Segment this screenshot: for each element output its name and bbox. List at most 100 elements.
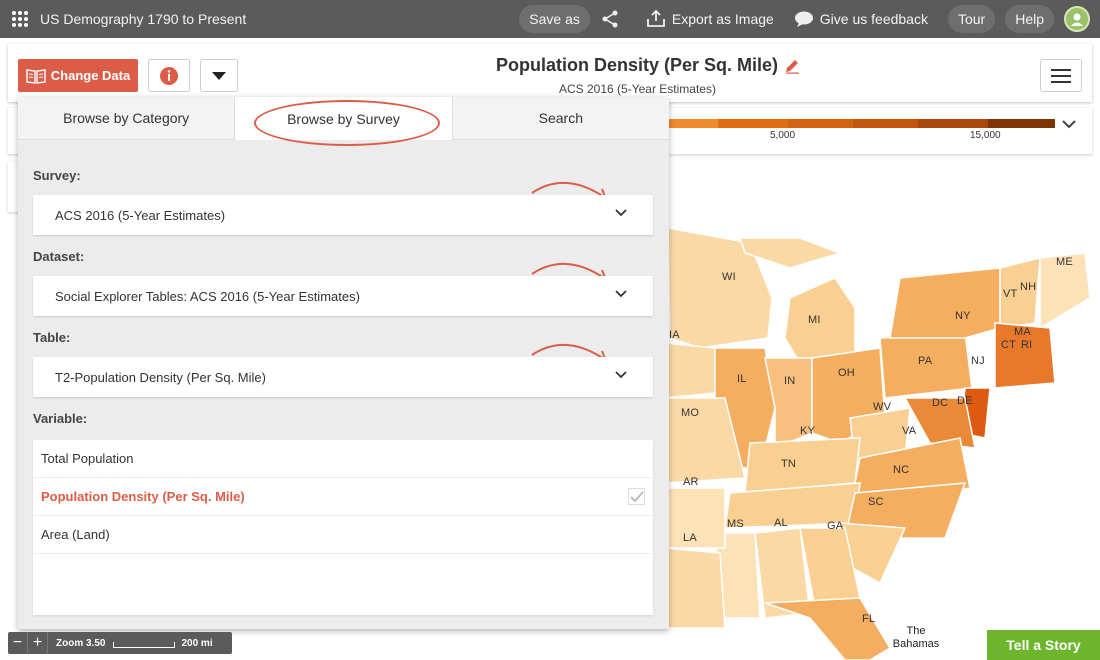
share-button[interactable] bbox=[600, 9, 626, 29]
state-label: ME bbox=[1056, 256, 1073, 268]
top-bar: US Demography 1790 to Present Save as Ex… bbox=[0, 0, 1100, 38]
export-label: Export as Image bbox=[671, 11, 774, 27]
scale-distance: 200 mi bbox=[181, 637, 213, 649]
chevron-down-icon[interactable] bbox=[1062, 120, 1076, 129]
help-button[interactable]: Help bbox=[1005, 5, 1054, 33]
variable-item[interactable]: Total Population bbox=[33, 440, 653, 478]
app-title: US Demography 1790 to Present bbox=[40, 11, 247, 27]
state-label: IL bbox=[737, 373, 747, 385]
map-title: Population Density (Per Sq. Mile) bbox=[496, 55, 800, 76]
state-label: DE bbox=[957, 395, 973, 407]
legend-swatch bbox=[988, 119, 1055, 128]
state-label: SC bbox=[868, 496, 884, 508]
variable-list: Total Population Population Density (Per… bbox=[33, 440, 653, 615]
state-label: PA bbox=[918, 355, 933, 367]
export-icon bbox=[646, 10, 665, 27]
legend-swatch bbox=[853, 119, 918, 128]
app-grid-icon[interactable] bbox=[0, 0, 40, 38]
place-label: The Bahamas bbox=[892, 625, 940, 650]
state-label: WI bbox=[722, 271, 736, 283]
chevron-down-icon bbox=[615, 290, 627, 298]
state-label: VA bbox=[902, 425, 917, 437]
state-label: MS bbox=[727, 518, 744, 530]
legend-tick: 15,000 bbox=[970, 130, 1001, 141]
state-label: IN bbox=[784, 375, 796, 387]
variable-label: Variable: bbox=[33, 411, 88, 426]
state-label: AL bbox=[774, 517, 788, 529]
state-label: NC bbox=[893, 464, 910, 476]
state-label: CT bbox=[1001, 339, 1017, 351]
dataset-select[interactable]: Social Explorer Tables: ACS 2016 (5-Year… bbox=[33, 276, 653, 316]
save-as-button[interactable]: Save as bbox=[519, 5, 590, 33]
state-label: NY bbox=[955, 310, 971, 322]
legend-tick: 5,000 bbox=[770, 130, 796, 141]
feedback-button[interactable]: Give us feedback bbox=[794, 10, 928, 28]
map-subtitle: ACS 2016 (5-Year Estimates) bbox=[559, 82, 716, 96]
change-data-label: Change Data bbox=[50, 68, 131, 83]
change-data-panel: Browse by Category Browse by Survey Sear… bbox=[18, 97, 669, 629]
state-label: NH bbox=[1020, 281, 1037, 293]
survey-label: Survey: bbox=[33, 168, 81, 183]
chevron-down-icon bbox=[615, 209, 627, 217]
legend-swatch bbox=[918, 119, 988, 128]
state-label: AR bbox=[683, 476, 699, 488]
survey-select[interactable]: ACS 2016 (5-Year Estimates) bbox=[33, 195, 653, 235]
chat-bubble-icon bbox=[794, 11, 813, 27]
state-label: WV bbox=[873, 401, 892, 413]
user-icon bbox=[1071, 13, 1083, 26]
table-value: T2-Population Density (Per Sq. Mile) bbox=[55, 369, 266, 385]
tab-label: Browse by Survey bbox=[287, 110, 400, 127]
info-button[interactable] bbox=[148, 59, 190, 92]
variable-label-text: Total Population bbox=[41, 451, 134, 466]
hamburger-icon bbox=[1051, 68, 1071, 83]
zoom-in-button[interactable]: + bbox=[28, 632, 48, 654]
state-label: RI bbox=[1021, 339, 1033, 351]
legend-swatch bbox=[788, 119, 853, 128]
state-label: DC bbox=[932, 397, 949, 409]
checkbox[interactable] bbox=[628, 488, 645, 505]
state-label: MA bbox=[1014, 326, 1031, 338]
table-select[interactable]: T2-Population Density (Per Sq. Mile) bbox=[33, 357, 653, 397]
dropdown-button[interactable] bbox=[200, 59, 238, 92]
state-label: TN bbox=[781, 458, 797, 470]
state-label: NJ bbox=[971, 355, 985, 367]
tell-a-story-button[interactable]: Tell a Story bbox=[987, 630, 1100, 660]
dataset-value: Social Explorer Tables: ACS 2016 (5-Year… bbox=[55, 288, 360, 304]
tab-browse-by-category[interactable]: Browse by Category bbox=[18, 97, 236, 140]
variable-item[interactable]: Area (Land) bbox=[33, 516, 653, 554]
tab-search[interactable]: Search bbox=[452, 97, 669, 140]
state-label: OH bbox=[838, 367, 855, 379]
state-label: MI bbox=[808, 314, 821, 326]
zoom-level: Zoom 3.50 bbox=[56, 637, 106, 649]
state-label: MO bbox=[681, 407, 700, 419]
menu-button[interactable] bbox=[1040, 59, 1082, 92]
legend-swatch bbox=[718, 119, 788, 128]
state-label: IA bbox=[669, 329, 680, 341]
share-icon bbox=[602, 10, 618, 28]
change-data-button[interactable]: Change Data bbox=[18, 59, 138, 92]
user-avatar[interactable] bbox=[1064, 6, 1090, 32]
zoom-control: − + Zoom 3.50 200 mi bbox=[8, 632, 232, 654]
survey-value: ACS 2016 (5-Year Estimates) bbox=[55, 207, 226, 223]
tour-button[interactable]: Tour bbox=[947, 5, 996, 33]
export-image-button[interactable]: Export as Image bbox=[646, 10, 774, 28]
state-label: VT bbox=[1003, 288, 1018, 300]
table-label: Table: bbox=[33, 330, 71, 345]
panel-tabs: Browse by Category Browse by Survey Sear… bbox=[18, 97, 669, 146]
tab-browse-by-survey[interactable]: Browse by Survey bbox=[235, 97, 453, 146]
map-header: Change Data Population Density (Per Sq. … bbox=[8, 44, 1092, 102]
scale-bar bbox=[113, 641, 176, 648]
zoom-out-button[interactable]: − bbox=[8, 632, 28, 654]
map-title-text: Population Density (Per Sq. Mile) bbox=[496, 55, 779, 75]
caret-down-icon bbox=[212, 71, 226, 80]
pencil-icon[interactable] bbox=[784, 58, 800, 74]
state-label: GA bbox=[827, 520, 844, 532]
chevron-down-icon bbox=[615, 371, 627, 379]
variable-item-selected[interactable]: Population Density (Per Sq. Mile) bbox=[33, 478, 653, 516]
state-label: KY bbox=[800, 425, 816, 437]
book-icon bbox=[26, 68, 46, 84]
checkmark-icon bbox=[629, 490, 644, 502]
feedback-label: Give us feedback bbox=[819, 11, 928, 27]
variable-label-text: Population Density (Per Sq. Mile) bbox=[41, 489, 245, 504]
top-actions: Save as Export as Image Give us feedback… bbox=[519, 0, 1100, 38]
